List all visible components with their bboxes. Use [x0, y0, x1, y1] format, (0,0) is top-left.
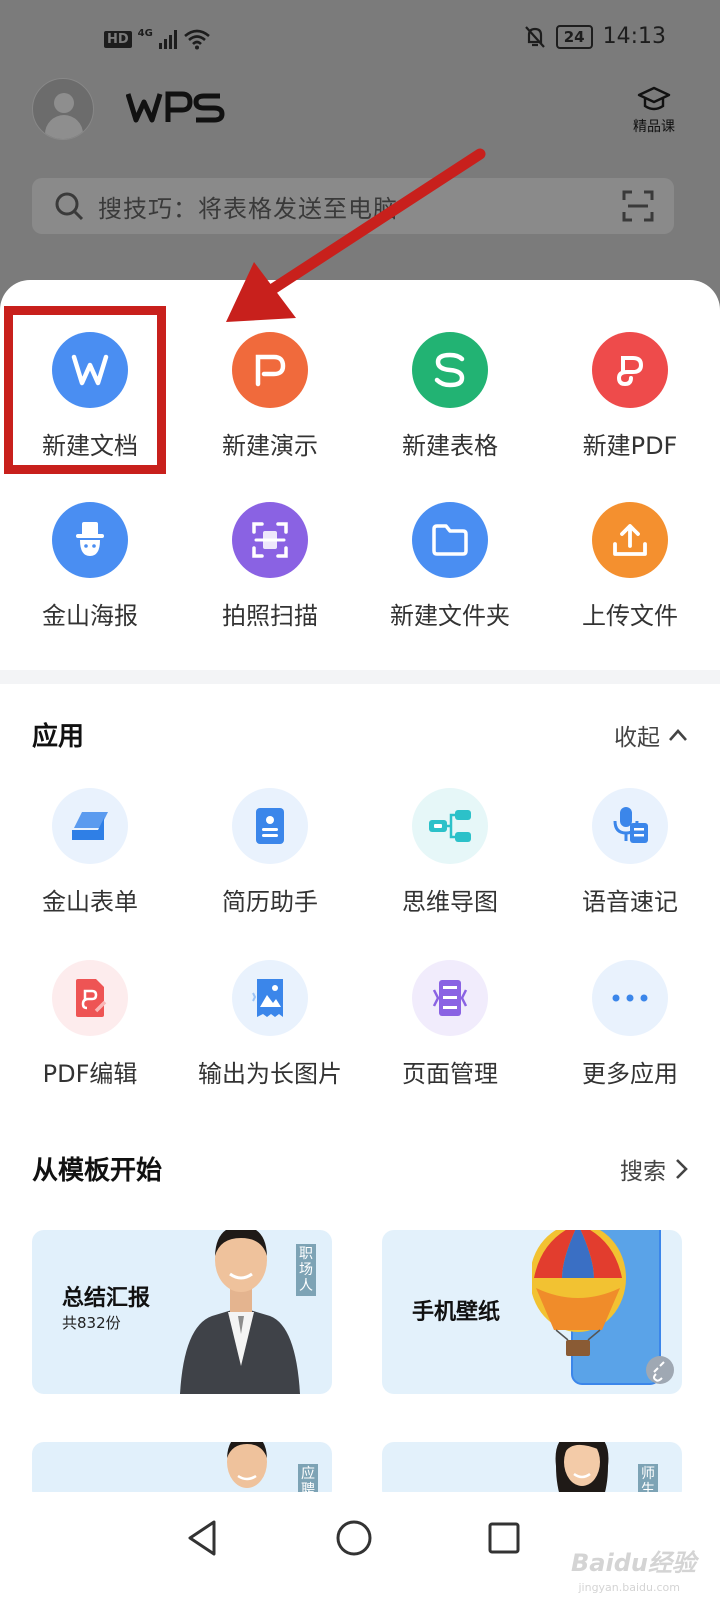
red-arrow-annotation: [226, 148, 486, 322]
template-card-wallpaper[interactable]: 手机壁纸: [382, 1230, 682, 1394]
baidu-watermark: Baidu经验: [571, 1549, 696, 1577]
photo-scan-label: 拍照扫描: [222, 602, 318, 630]
new-pdf-label: 新建PDF: [582, 432, 678, 460]
template-title: 手机壁纸: [412, 1300, 501, 1325]
more-icon: [592, 960, 668, 1036]
templates-section-header: 从模板开始 搜索: [32, 1150, 688, 1187]
folder-icon: [412, 502, 488, 578]
template-card-summary[interactable]: 总结汇报 共832份 职场人: [32, 1230, 332, 1394]
new-presentation-label: 新建演示: [222, 432, 318, 460]
chevron-up-icon: [669, 728, 687, 741]
new-folder-button[interactable]: 新建文件夹: [360, 502, 540, 631]
poster-icon: [52, 502, 128, 578]
chevron-right-icon: [676, 1158, 688, 1179]
app-pdf-edit[interactable]: PDF编辑: [0, 960, 180, 1089]
poster-button[interactable]: 金山海报: [0, 502, 180, 631]
resume-icon: [232, 788, 308, 864]
long-image-icon: [232, 960, 308, 1036]
form-icon: [52, 788, 128, 864]
collapse-button[interactable]: 收起: [614, 718, 688, 752]
system-nav-bar: Baidu经验 jingyan.baidu.com: [0, 1492, 720, 1600]
template-search-button[interactable]: 搜索: [620, 1152, 688, 1186]
scan-icon: [232, 502, 308, 578]
apps-section-title: 应用: [32, 722, 85, 752]
new-folder-label: 新建文件夹: [390, 602, 510, 630]
apps-row-1: 金山表单 简历助手 思维导图 语音速记: [0, 788, 720, 917]
upload-file-label: 上传文件: [582, 602, 678, 630]
app-mindmap[interactable]: 思维导图: [360, 788, 540, 917]
home-icon[interactable]: [334, 1518, 374, 1558]
app-more-label: 更多应用: [582, 1060, 678, 1088]
app-form-label: 金山表单: [42, 888, 138, 916]
watermark-url: jingyan.baidu.com: [578, 1581, 680, 1594]
app-form[interactable]: 金山表单: [0, 788, 180, 917]
template-count: 共832份: [62, 1314, 121, 1332]
pdf-edit-icon: [52, 960, 128, 1036]
app-resume[interactable]: 简历助手: [180, 788, 360, 917]
mindmap-icon: [412, 788, 488, 864]
app-mindmap-label: 思维导图: [402, 888, 498, 916]
app-page-manage-label: 页面管理: [402, 1060, 498, 1088]
phone-wallpaper-image: [532, 1230, 674, 1385]
templates-section-title: 从模板开始: [32, 1156, 163, 1186]
page-manage-icon: [412, 960, 488, 1036]
recents-icon[interactable]: [486, 1518, 522, 1558]
new-spreadsheet-label: 新建表格: [402, 432, 498, 460]
business-man-image: [180, 1230, 300, 1394]
template-tag: 职场人: [296, 1244, 316, 1296]
section-divider: [0, 670, 720, 684]
app-pdf-edit-label: PDF编辑: [42, 1060, 138, 1088]
apps-row-2: PDF编辑 输出为长图片 页面管理 更多应用: [0, 960, 720, 1089]
template-search-label: 搜索: [620, 1158, 666, 1185]
app-voice-note[interactable]: 语音速记: [540, 788, 720, 917]
app-resume-label: 简历助手: [222, 888, 318, 916]
photo-scan-button[interactable]: 拍照扫描: [180, 502, 360, 631]
app-page-manage[interactable]: 页面管理: [360, 960, 540, 1089]
upload-file-button[interactable]: 上传文件: [540, 502, 720, 631]
app-long-image-label: 输出为长图片: [198, 1060, 342, 1088]
template-title: 总结汇报: [62, 1286, 151, 1311]
collapse-label: 收起: [614, 724, 660, 751]
apps-section-header: 应用 收起: [32, 716, 688, 753]
quick-create-row-2: 金山海报 拍照扫描 新建文件夹 上传文件: [0, 502, 720, 631]
upload-icon: [592, 502, 668, 578]
back-icon[interactable]: [184, 1518, 220, 1558]
app-voice-note-label: 语音速记: [582, 888, 678, 916]
app-long-image[interactable]: 输出为长图片: [180, 960, 360, 1089]
poster-label: 金山海报: [42, 602, 138, 630]
app-more[interactable]: 更多应用: [540, 960, 720, 1089]
voice-note-icon: [592, 788, 668, 864]
